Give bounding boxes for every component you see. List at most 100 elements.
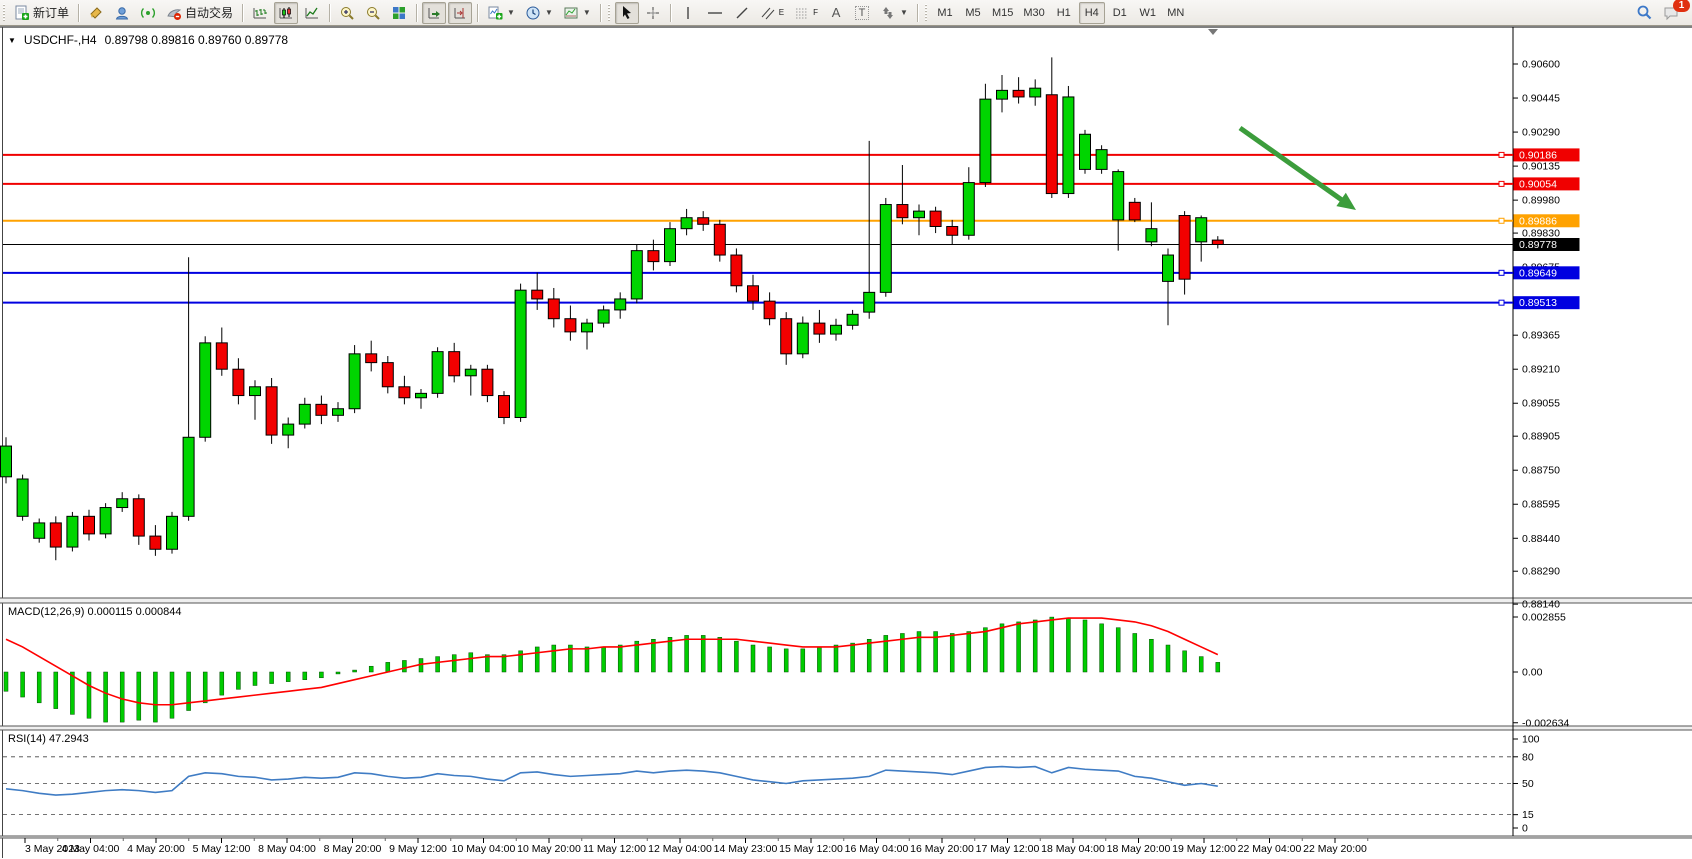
macd-bar xyxy=(618,645,622,672)
styler-button[interactable] xyxy=(84,2,108,24)
macd-bar xyxy=(768,647,772,672)
notifications-button[interactable]: 1 xyxy=(1659,2,1685,24)
periods-button[interactable]: ▼ xyxy=(521,2,557,24)
zoom-out-button[interactable] xyxy=(361,2,385,24)
hline-anchor[interactable] xyxy=(1499,218,1504,223)
signals-button[interactable] xyxy=(136,2,160,24)
timeframe-m5[interactable]: M5 xyxy=(960,2,986,24)
candle-body xyxy=(1030,88,1041,97)
template-icon xyxy=(563,5,579,21)
toolbar-grip[interactable] xyxy=(924,4,929,22)
timeframe-h4[interactable]: H4 xyxy=(1079,2,1105,24)
text-tool[interactable]: A xyxy=(824,2,848,24)
profile-button[interactable] xyxy=(110,2,134,24)
line-chart-button[interactable] xyxy=(300,2,324,24)
indicators-icon xyxy=(487,5,503,21)
timeframe-mn[interactable]: MN xyxy=(1163,2,1189,24)
macd-bar xyxy=(270,672,274,684)
candle-body xyxy=(34,523,45,538)
hline-0.89649[interactable]: 0.89649 xyxy=(3,266,1580,279)
chart-shift-marker[interactable] xyxy=(1208,29,1218,35)
svg-text:0.89830: 0.89830 xyxy=(1522,228,1560,240)
equidistant-channel-tool[interactable]: E xyxy=(756,2,788,24)
macd-bar xyxy=(220,672,224,695)
chart-menu-icon[interactable]: ▼ xyxy=(8,36,16,45)
candle-body xyxy=(84,516,95,534)
timeframe-w1[interactable]: W1 xyxy=(1135,2,1161,24)
hline-0.89886[interactable]: 0.89886 xyxy=(3,214,1580,227)
macd-bar xyxy=(1116,628,1120,672)
chart-surface[interactable]: 0.906000.904450.902900.901350.899800.898… xyxy=(0,26,1692,859)
chart-shift-button[interactable] xyxy=(448,2,472,24)
cursor-button[interactable] xyxy=(615,2,639,24)
hline-0.89513[interactable]: 0.89513 xyxy=(3,296,1580,309)
macd-bar xyxy=(21,672,25,697)
time-label: 22 May 04:00 xyxy=(1238,843,1302,855)
candle-body xyxy=(449,352,460,376)
hline-anchor[interactable] xyxy=(1499,152,1504,157)
fibonacci-tool[interactable]: F xyxy=(790,2,822,24)
trendline-tool[interactable] xyxy=(730,2,754,24)
text-label-tool[interactable]: T xyxy=(850,2,874,24)
hline-anchor[interactable] xyxy=(1499,270,1504,275)
hline-0.90186[interactable]: 0.90186 xyxy=(3,148,1580,161)
templates-button[interactable]: ▼ xyxy=(559,2,595,24)
chart-symbol-period: USDCHF-,H4 xyxy=(24,33,97,47)
timeframe-m30[interactable]: M30 xyxy=(1019,2,1048,24)
indicators-button[interactable]: ▼ xyxy=(483,2,519,24)
candle-body xyxy=(150,536,161,549)
search-button[interactable] xyxy=(1632,2,1657,24)
svg-text:0.88905: 0.88905 xyxy=(1522,431,1560,443)
zoom-in-button[interactable] xyxy=(335,2,359,24)
horizontal-line-tool[interactable] xyxy=(702,2,728,24)
toolbar-grip[interactable] xyxy=(607,4,612,22)
auto-scroll-button[interactable] xyxy=(422,2,446,24)
macd-bar xyxy=(319,672,323,678)
candle-body xyxy=(897,205,908,218)
chart-shift-icon xyxy=(452,5,468,21)
auto-trading-icon xyxy=(166,5,182,21)
time-label: 18 May 20:00 xyxy=(1107,843,1171,855)
vertical-line-tool[interactable] xyxy=(676,2,700,24)
toolbar-separator xyxy=(416,4,417,22)
timeframe-m1[interactable]: M1 xyxy=(932,2,958,24)
bar-chart-button[interactable] xyxy=(248,2,272,24)
timeframe-d1[interactable]: D1 xyxy=(1107,2,1133,24)
macd-bar xyxy=(1199,657,1203,672)
tile-windows-button[interactable] xyxy=(387,2,411,24)
auto-trading-button[interactable]: 自动交易 xyxy=(162,2,237,24)
macd-bar xyxy=(1149,639,1153,672)
candle-body xyxy=(631,251,642,299)
arrow-annotation[interactable] xyxy=(1240,128,1356,210)
macd-bar xyxy=(950,633,954,672)
dropdown-arrow-icon: ▼ xyxy=(545,8,553,17)
chart-ohlc-quotes: 0.89798 0.89816 0.89760 0.89778 xyxy=(105,33,289,47)
candlestick-chart-button[interactable] xyxy=(274,2,298,24)
candle-body xyxy=(681,218,692,229)
chart-window[interactable]: 0.906000.904450.902900.901350.899800.898… xyxy=(0,26,1692,859)
toolbar-grip[interactable] xyxy=(2,4,7,22)
candle-body xyxy=(200,343,211,437)
macd-bar xyxy=(120,672,124,722)
svg-text:0.00: 0.00 xyxy=(1522,667,1543,679)
crosshair-button[interactable] xyxy=(641,2,665,24)
hline-anchor[interactable] xyxy=(1499,181,1504,186)
macd-bar xyxy=(353,670,357,672)
candle-body xyxy=(731,255,742,286)
macd-bar xyxy=(137,672,141,720)
macd-bar xyxy=(1033,620,1037,672)
macd-bar xyxy=(1166,645,1170,672)
candle-body xyxy=(914,211,925,218)
hline-0.89778[interactable]: 0.89778 xyxy=(3,238,1580,251)
macd-bar xyxy=(535,647,539,672)
timeframe-h1[interactable]: H1 xyxy=(1051,2,1077,24)
candle-body xyxy=(1212,240,1223,244)
timeframe-label: M5 xyxy=(965,7,980,19)
cursor-arrow-icon xyxy=(620,5,634,20)
arrows-tool[interactable]: ▼ xyxy=(876,2,912,24)
new-order-button[interactable]: 新订单 xyxy=(10,2,73,24)
time-axis[interactable]: 3 May 20234 May 04:004 May 20:005 May 12… xyxy=(25,838,1368,855)
timeframe-m15[interactable]: M15 xyxy=(988,2,1017,24)
hline-0.90054[interactable]: 0.90054 xyxy=(3,177,1580,190)
hline-anchor[interactable] xyxy=(1499,300,1504,305)
